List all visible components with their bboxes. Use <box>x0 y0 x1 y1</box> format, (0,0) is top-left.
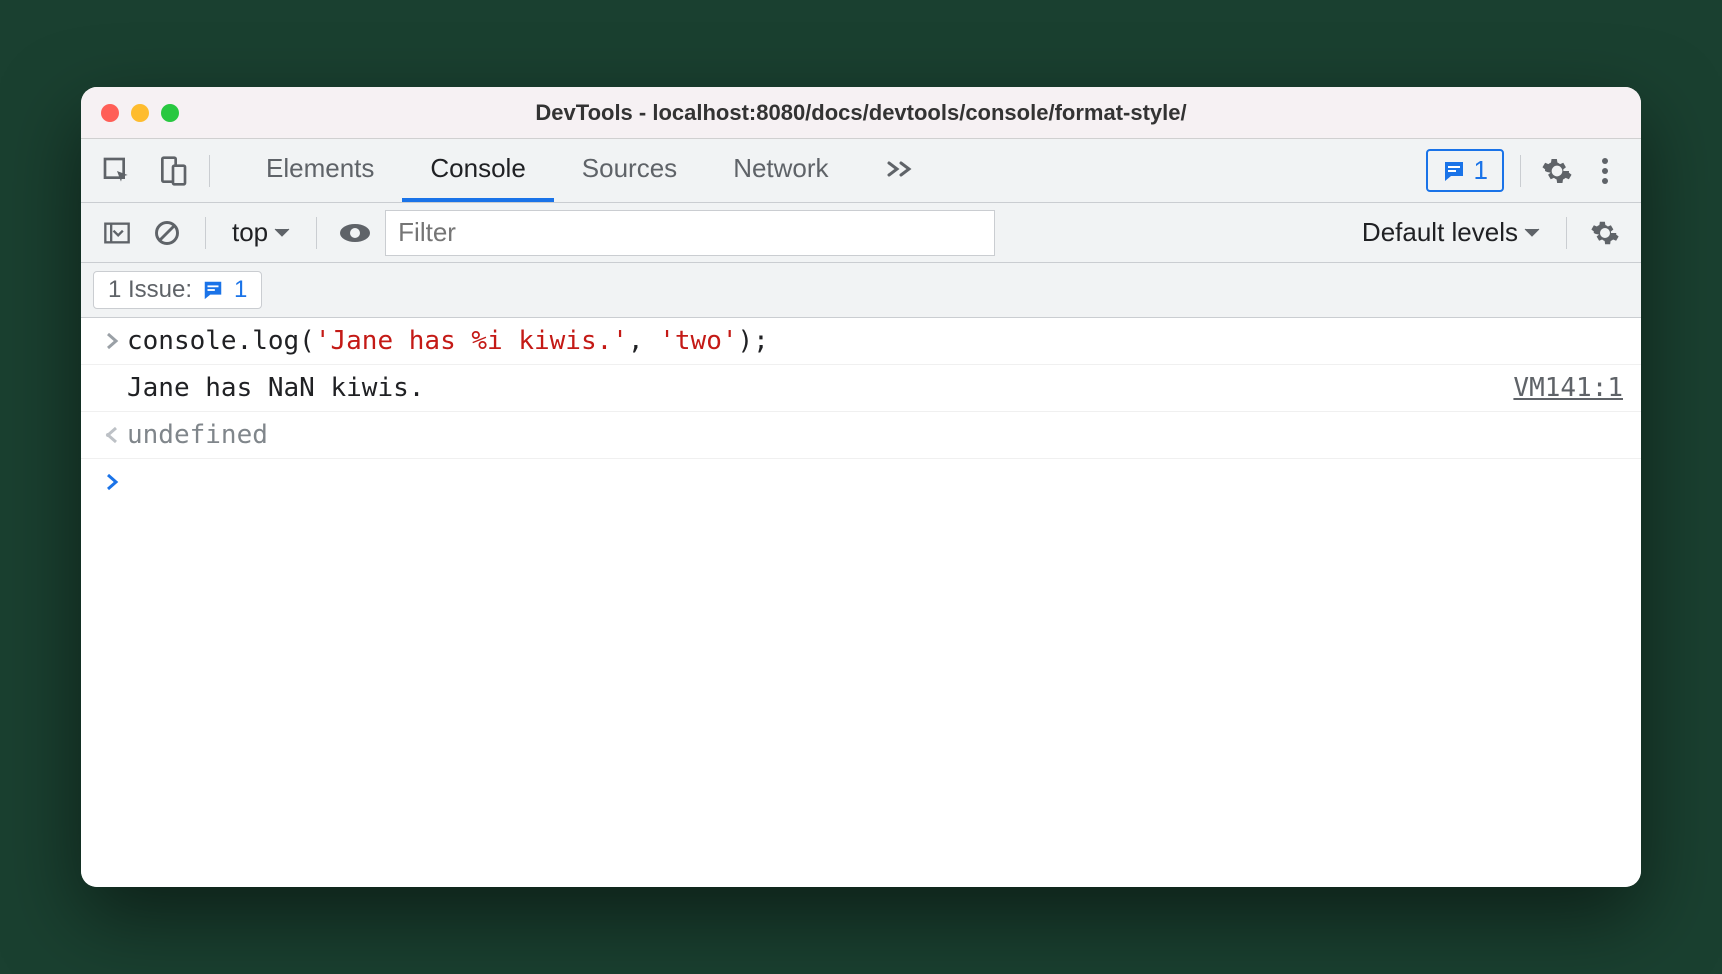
devtools-window: DevTools - localhost:8080/docs/devtools/… <box>81 87 1641 887</box>
console-body: console.log('Jane has %i kiwis.', 'two')… <box>81 318 1641 887</box>
message-icon <box>202 279 224 301</box>
console-prompt-line[interactable] <box>81 459 1641 505</box>
separator <box>205 217 206 249</box>
filter-input[interactable] <box>385 210 995 256</box>
tab-console[interactable]: Console <box>402 139 553 202</box>
main-tabbar: Elements Console Sources Network 1 <box>81 139 1641 203</box>
clear-console-icon[interactable] <box>147 213 187 253</box>
context-label: top <box>232 217 268 248</box>
titlebar: DevTools - localhost:8080/docs/devtools/… <box>81 87 1641 139</box>
output-text: Jane has NaN kiwis. <box>127 373 424 403</box>
console-input-line: console.log('Jane has %i kiwis.', 'two')… <box>81 318 1641 365</box>
more-menu-icon[interactable] <box>1585 151 1625 191</box>
console-output-line: Jane has NaN kiwis. VM141:1 <box>81 365 1641 412</box>
issues-row: 1 Issue: 1 <box>81 263 1641 318</box>
chevron-down-icon <box>1524 228 1540 238</box>
separator <box>1520 155 1521 187</box>
execution-context-dropdown[interactable]: top <box>224 217 298 248</box>
code-suffix: ); <box>738 326 769 356</box>
issues-badge-count: 1 <box>1474 155 1488 186</box>
issues-badge[interactable]: 1 <box>1426 149 1504 192</box>
console-return-line: undefined <box>81 412 1641 459</box>
code-string-1: 'Jane has %i kiwis.' <box>315 326 628 356</box>
message-icon <box>1442 159 1466 183</box>
settings-icon[interactable] <box>1537 151 1577 191</box>
log-levels-dropdown[interactable]: Default levels <box>1354 217 1548 248</box>
minimize-window-button[interactable] <box>131 104 149 122</box>
return-value: undefined <box>127 420 268 450</box>
tab-sources[interactable]: Sources <box>554 139 705 202</box>
code-input: console.log('Jane has %i kiwis.', 'two')… <box>127 326 769 356</box>
close-window-button[interactable] <box>101 104 119 122</box>
input-chevron-icon <box>99 332 127 350</box>
issue-count: 1 <box>234 276 247 304</box>
code-call: console.log( <box>127 326 315 356</box>
live-expression-icon[interactable] <box>335 213 375 253</box>
traffic-lights <box>101 104 179 122</box>
console-settings-icon[interactable] <box>1585 213 1625 253</box>
issue-chip[interactable]: 1 Issue: 1 <box>93 271 262 309</box>
window-title: DevTools - localhost:8080/docs/devtools/… <box>535 100 1186 126</box>
maximize-window-button[interactable] <box>161 104 179 122</box>
code-separator: , <box>628 326 659 356</box>
chevron-double-right-icon <box>885 159 915 179</box>
console-toolbar: top Default levels <box>81 203 1641 263</box>
console-sidebar-toggle-icon[interactable] <box>97 213 137 253</box>
levels-label: Default levels <box>1362 217 1518 248</box>
tabs: Elements Console Sources Network <box>238 139 943 202</box>
inspect-element-icon[interactable] <box>97 151 137 191</box>
separator <box>209 155 210 187</box>
return-chevron-icon <box>99 426 127 444</box>
tab-overflow[interactable] <box>857 139 943 202</box>
separator <box>1566 217 1567 249</box>
issue-label: 1 Issue: <box>108 276 192 304</box>
prompt-chevron-icon <box>99 473 127 491</box>
code-string-2: 'two' <box>659 326 737 356</box>
source-link[interactable]: VM141:1 <box>1513 373 1623 403</box>
tab-network[interactable]: Network <box>705 139 856 202</box>
tabbar-left-tools <box>97 151 193 191</box>
separator <box>316 217 317 249</box>
tab-elements[interactable]: Elements <box>238 139 402 202</box>
chevron-down-icon <box>274 228 290 238</box>
device-toolbar-icon[interactable] <box>153 151 193 191</box>
